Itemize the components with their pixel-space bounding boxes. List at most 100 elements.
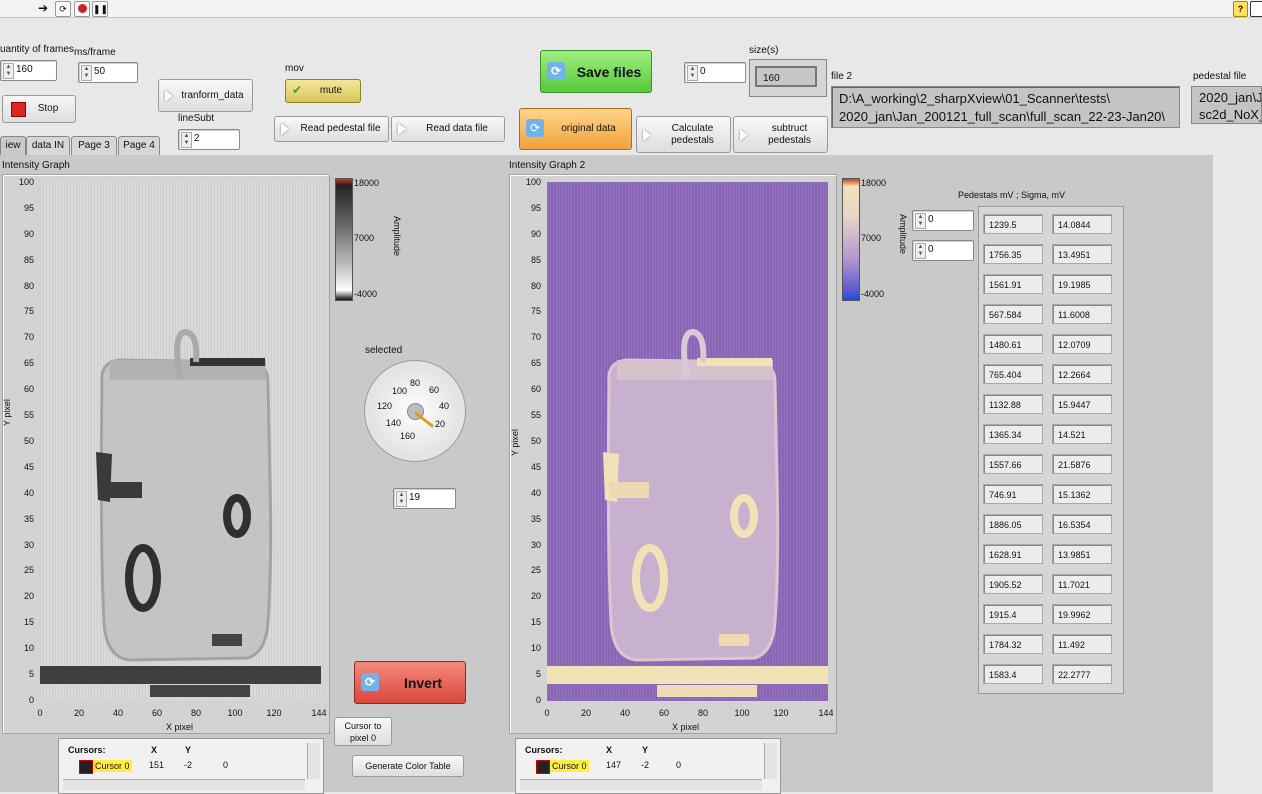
scrollbar[interactable]	[307, 743, 320, 779]
play-triangle-icon	[281, 123, 289, 135]
graph1-colorbar[interactable]	[335, 178, 353, 301]
calculate-pedestals-button[interactable]: Calculate pedestals	[636, 116, 731, 153]
cursor-name[interactable]: Cursor 0	[93, 760, 132, 772]
pause-icon[interactable]: ❚❚	[92, 1, 108, 17]
refresh-icon: ⟳	[526, 119, 544, 137]
cursor-x[interactable]: 151	[149, 760, 164, 770]
selected-value-field[interactable]: ▲ ▼ 19	[393, 488, 456, 509]
save-files-button[interactable]: ⟳ Save files	[540, 50, 652, 93]
pedestal-mv-cell: 765.404	[983, 364, 1043, 384]
play-triangle-icon	[165, 89, 173, 102]
pedestal-mv-cell: 1905.52	[983, 574, 1043, 594]
play-triangle-icon	[740, 128, 748, 141]
graph2-scale-max: 18000	[861, 178, 887, 188]
invert-button[interactable]: ⟳ Invert	[354, 661, 466, 704]
ms-frame-field[interactable]: ▲ ▼ 50	[78, 62, 138, 83]
cursor-to-pixel-button[interactable]: Cursor to pixel 0	[334, 717, 392, 746]
graph2-xtick: 100	[734, 708, 750, 718]
pedestal-index-1[interactable]: ▲ ▼ 0	[912, 210, 974, 231]
abort-icon[interactable]	[74, 1, 90, 17]
sizes-indicator: 160	[755, 66, 817, 87]
graph1-image	[40, 182, 321, 701]
run-continuous-icon[interactable]: ⟳	[55, 1, 71, 17]
graph1-xtick: 20	[73, 708, 84, 718]
graph1-scale-label: Amplitude	[392, 216, 402, 257]
graph2-xtick: 144	[818, 708, 834, 718]
graph2-xtick: 40	[619, 708, 630, 718]
graph1-xtick: 40	[112, 708, 123, 718]
pedestals-header: Pedestals mV ; Sigma, mV	[958, 190, 1066, 200]
quantity-field[interactable]: ▲ ▼ 160	[0, 60, 57, 81]
spinner-icon[interactable]: ▲ ▼	[3, 63, 14, 79]
spinner-icon[interactable]: ▲ ▼	[396, 491, 407, 507]
graph2-xtick: 60	[658, 708, 669, 718]
pedestal-mv-cell: 1628.91	[983, 544, 1043, 564]
graph1-xtick: 100	[227, 708, 243, 718]
graph1-yaxis: 100 95 90 85 80 75 70 65 60 55 50 45 40 …	[18, 177, 34, 705]
graph2-colorbar[interactable]	[842, 178, 860, 301]
spinner-icon[interactable]: ▲ ▼	[915, 213, 926, 229]
knob-label: selected	[365, 345, 403, 356]
index-field[interactable]: ▲ ▼ 0	[684, 62, 746, 83]
context-help-icon[interactable]	[1250, 1, 1262, 17]
graph2-title: Intensity Graph 2	[509, 160, 586, 171]
spinner-icon[interactable]: ▲ ▼	[915, 243, 926, 259]
cursor-name[interactable]: Cursor 0	[550, 760, 589, 772]
read-pedestal-button[interactable]: Read pedestal file	[274, 116, 389, 142]
pedestal-sigma-cell: 15.1362	[1052, 484, 1112, 504]
run-arrow-icon[interactable]: ➔	[36, 1, 50, 15]
tab-page4[interactable]: Page 4	[118, 136, 160, 156]
generate-color-table-button[interactable]: Generate Color Table	[352, 755, 464, 777]
pedestal-mv-cell: 1886.05	[983, 514, 1043, 534]
linesubt-field[interactable]: ▲ ▼ 2	[178, 129, 240, 150]
scrollbar[interactable]	[520, 779, 762, 790]
pedestal-mv-cell: 1756.35	[983, 244, 1043, 264]
tab-page3[interactable]: Page 3	[71, 136, 117, 156]
file2-line2: 2020_jan\Jan_200121_full_scan\full_scan_…	[839, 109, 1165, 124]
play-triangle-icon	[643, 128, 651, 141]
spinner-icon[interactable]: ▲ ▼	[181, 132, 192, 148]
tab-data-in[interactable]: data IN	[26, 136, 70, 156]
pedestal-mv-cell: 1365.34	[983, 424, 1043, 444]
cursor-x[interactable]: 147	[606, 760, 621, 770]
scrollbar[interactable]	[63, 779, 305, 790]
read-data-button[interactable]: Read data file	[391, 116, 505, 142]
pedestal-mv-cell: 1915.4	[983, 604, 1043, 624]
pedestal-index-2[interactable]: ▲ ▼ 0	[912, 240, 974, 261]
stop-icon	[11, 102, 26, 117]
graph1-xtick: 80	[190, 708, 201, 718]
graph1-xtick: 144	[311, 708, 327, 718]
cursor-y[interactable]: -2	[641, 760, 649, 770]
pedestal-line1: 2020_jan\J	[1199, 90, 1262, 105]
cursor-y[interactable]: -2	[184, 760, 192, 770]
scrollbar[interactable]	[764, 743, 777, 779]
pedestal-sigma-cell: 19.9962	[1052, 604, 1112, 624]
pedestal-mv-cell: 746.91	[983, 484, 1043, 504]
cursor-legend-2: Cursors: X Y Cursor 0 147 -2 0	[515, 738, 781, 794]
graph2-plot[interactable]	[547, 182, 828, 701]
graph1-xtick: 60	[151, 708, 162, 718]
spinner-icon[interactable]: ▲ ▼	[81, 65, 92, 81]
play-triangle-icon	[398, 123, 406, 135]
pedestal-sigma-cell: 13.9851	[1052, 544, 1112, 564]
help-icon[interactable]: ?	[1233, 1, 1248, 17]
sizes-label: size(s)	[749, 45, 779, 56]
pedestal-sigma-cell: 12.0709	[1052, 334, 1112, 354]
graph2-xlabel: X pixel	[672, 722, 700, 732]
spinner-icon[interactable]: ▲ ▼	[687, 65, 698, 81]
mov-label: mov	[285, 63, 304, 74]
pedestal-sigma-cell: 14.0844	[1052, 214, 1112, 234]
graph1-plot[interactable]	[40, 182, 321, 701]
quantity-label: uantity of frames	[0, 44, 74, 55]
selected-knob[interactable]: 1 20 40 60 80 100 120 140 160	[364, 360, 466, 462]
pedestal-sigma-cell: 12.2664	[1052, 364, 1112, 384]
mute-button[interactable]: ✔ mute	[285, 79, 361, 103]
graph2-ylabel: Y pixel	[510, 429, 520, 456]
check-icon: ✔	[292, 83, 303, 97]
pedestal-mv-cell: 1239.5	[983, 214, 1043, 234]
transform-data-button[interactable]: tranform_data	[158, 79, 253, 112]
subtract-pedestals-button[interactable]: subtruct pedestals	[733, 116, 828, 153]
stop-button[interactable]: Stop	[2, 95, 76, 123]
tab-view[interactable]: iew	[0, 136, 26, 156]
original-data-button[interactable]: ⟳ original data	[519, 108, 632, 150]
